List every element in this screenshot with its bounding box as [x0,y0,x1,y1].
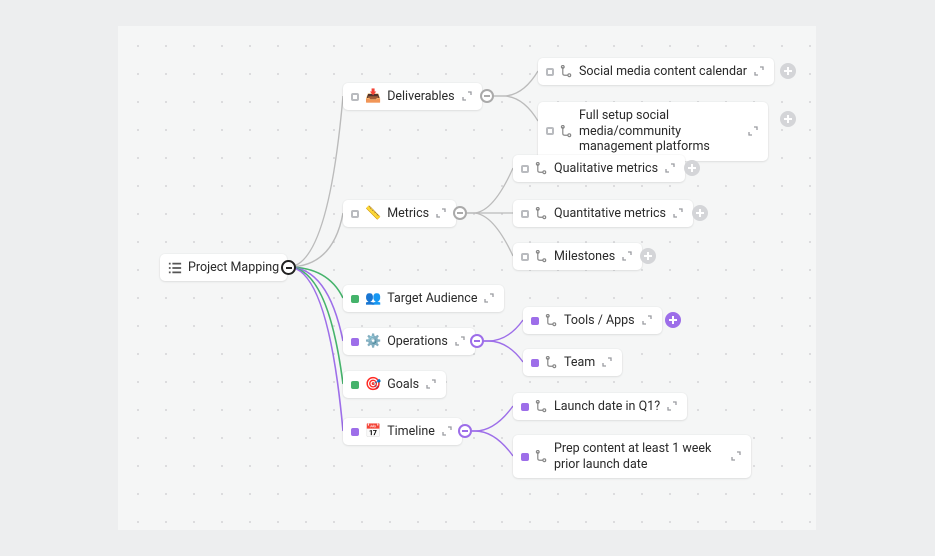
subtask-icon [535,207,548,220]
node-label: Full setup social media/community manage… [579,108,741,155]
node-label: Milestones [554,249,615,264]
node-timeline-child-1[interactable]: Prep content at least 1 week prior launc… [513,435,751,478]
emoji-icon: 👥 [365,292,381,305]
expand-icon[interactable] [461,90,474,103]
expand-icon[interactable] [666,400,679,413]
status-square [546,68,554,76]
status-square [351,428,359,436]
node-label: Social media content calendar [579,64,747,79]
add-button[interactable] [640,248,656,264]
expand-icon[interactable] [454,335,467,348]
status-square [521,210,529,218]
expand-icon[interactable] [672,207,685,220]
emoji-icon: ⚙️ [365,335,381,348]
expand-icon[interactable] [753,65,766,78]
expand-icon[interactable] [621,250,634,263]
node-label: Timeline [387,424,435,439]
add-button[interactable] [692,205,708,221]
connector-deliverables[interactable] [480,89,494,103]
expand-icon[interactable] [730,450,743,463]
emoji-icon: 📥 [365,90,381,103]
mindmap-canvas[interactable]: Project Mapping 📥 Deliverables Social me… [118,26,816,530]
node-operations-child-0[interactable]: Tools / Apps [523,307,662,334]
node-root[interactable]: Project Mapping [160,254,287,281]
subtask-icon [535,250,548,263]
expand-icon[interactable] [747,125,760,138]
list-icon [168,261,182,275]
subtask-icon [545,356,558,369]
status-square [546,127,554,135]
node-label: Target Audience [387,291,477,306]
node-label: Tools / Apps [564,313,635,328]
node-metrics[interactable]: 📏 Metrics [343,200,456,227]
add-button[interactable] [684,160,700,176]
node-label: Team [564,355,595,370]
subtask-icon [560,65,573,78]
expand-icon[interactable] [664,162,677,175]
node-label: Project Mapping [188,260,279,275]
subtask-icon [545,314,558,327]
expand-icon[interactable] [601,356,614,369]
status-square [521,453,529,461]
node-deliverables[interactable]: 📥 Deliverables [343,83,482,110]
status-square [531,317,539,325]
expand-icon[interactable] [483,292,496,305]
node-target[interactable]: 👥 Target Audience [343,285,504,312]
expand-icon[interactable] [441,425,454,438]
node-label: Metrics [387,206,429,221]
connector-root[interactable] [281,260,296,275]
node-label: Launch date in Q1? [554,399,660,414]
subtask-icon [560,125,573,138]
status-square [521,253,529,261]
expand-icon[interactable] [641,314,654,327]
connector-timeline[interactable] [458,424,472,438]
node-label: Goals [387,377,419,392]
status-square [351,210,359,218]
expand-icon[interactable] [425,378,438,391]
expand-icon[interactable] [435,207,448,220]
node-metrics-child-0[interactable]: Qualitative metrics [513,155,685,182]
status-square [351,295,359,303]
node-operations[interactable]: ⚙️ Operations [343,328,475,355]
node-goals[interactable]: 🎯 Goals [343,371,446,398]
status-square [351,338,359,346]
node-label: Quantitative metrics [554,206,666,221]
emoji-icon: 📅 [365,425,381,438]
node-deliverables-child-0[interactable]: Social media content calendar [538,58,774,85]
node-metrics-child-2[interactable]: Milestones [513,243,642,270]
node-label: Prep content at least 1 week prior launc… [554,441,724,472]
emoji-icon: 📏 [365,207,381,220]
subtask-icon [535,450,548,463]
status-square [521,403,529,411]
node-label: Operations [387,334,448,349]
status-square [521,165,529,173]
add-button[interactable] [780,111,796,127]
add-button[interactable] [780,63,796,79]
add-button[interactable] [665,312,681,328]
node-label: Qualitative metrics [554,161,658,176]
node-operations-child-1[interactable]: Team [523,349,622,376]
node-deliverables-child-1[interactable]: Full setup social media/community manage… [538,102,768,161]
connector-operations[interactable] [470,334,484,348]
connector-metrics[interactable] [453,206,467,220]
status-square [531,359,539,367]
node-metrics-child-1[interactable]: Quantitative metrics [513,200,693,227]
subtask-icon [535,400,548,413]
status-square [351,381,359,389]
status-square [351,93,359,101]
node-timeline[interactable]: 📅 Timeline [343,418,462,445]
emoji-icon: 🎯 [365,378,381,391]
subtask-icon [535,162,548,175]
node-label: Deliverables [387,89,454,104]
node-timeline-child-0[interactable]: Launch date in Q1? [513,393,687,420]
